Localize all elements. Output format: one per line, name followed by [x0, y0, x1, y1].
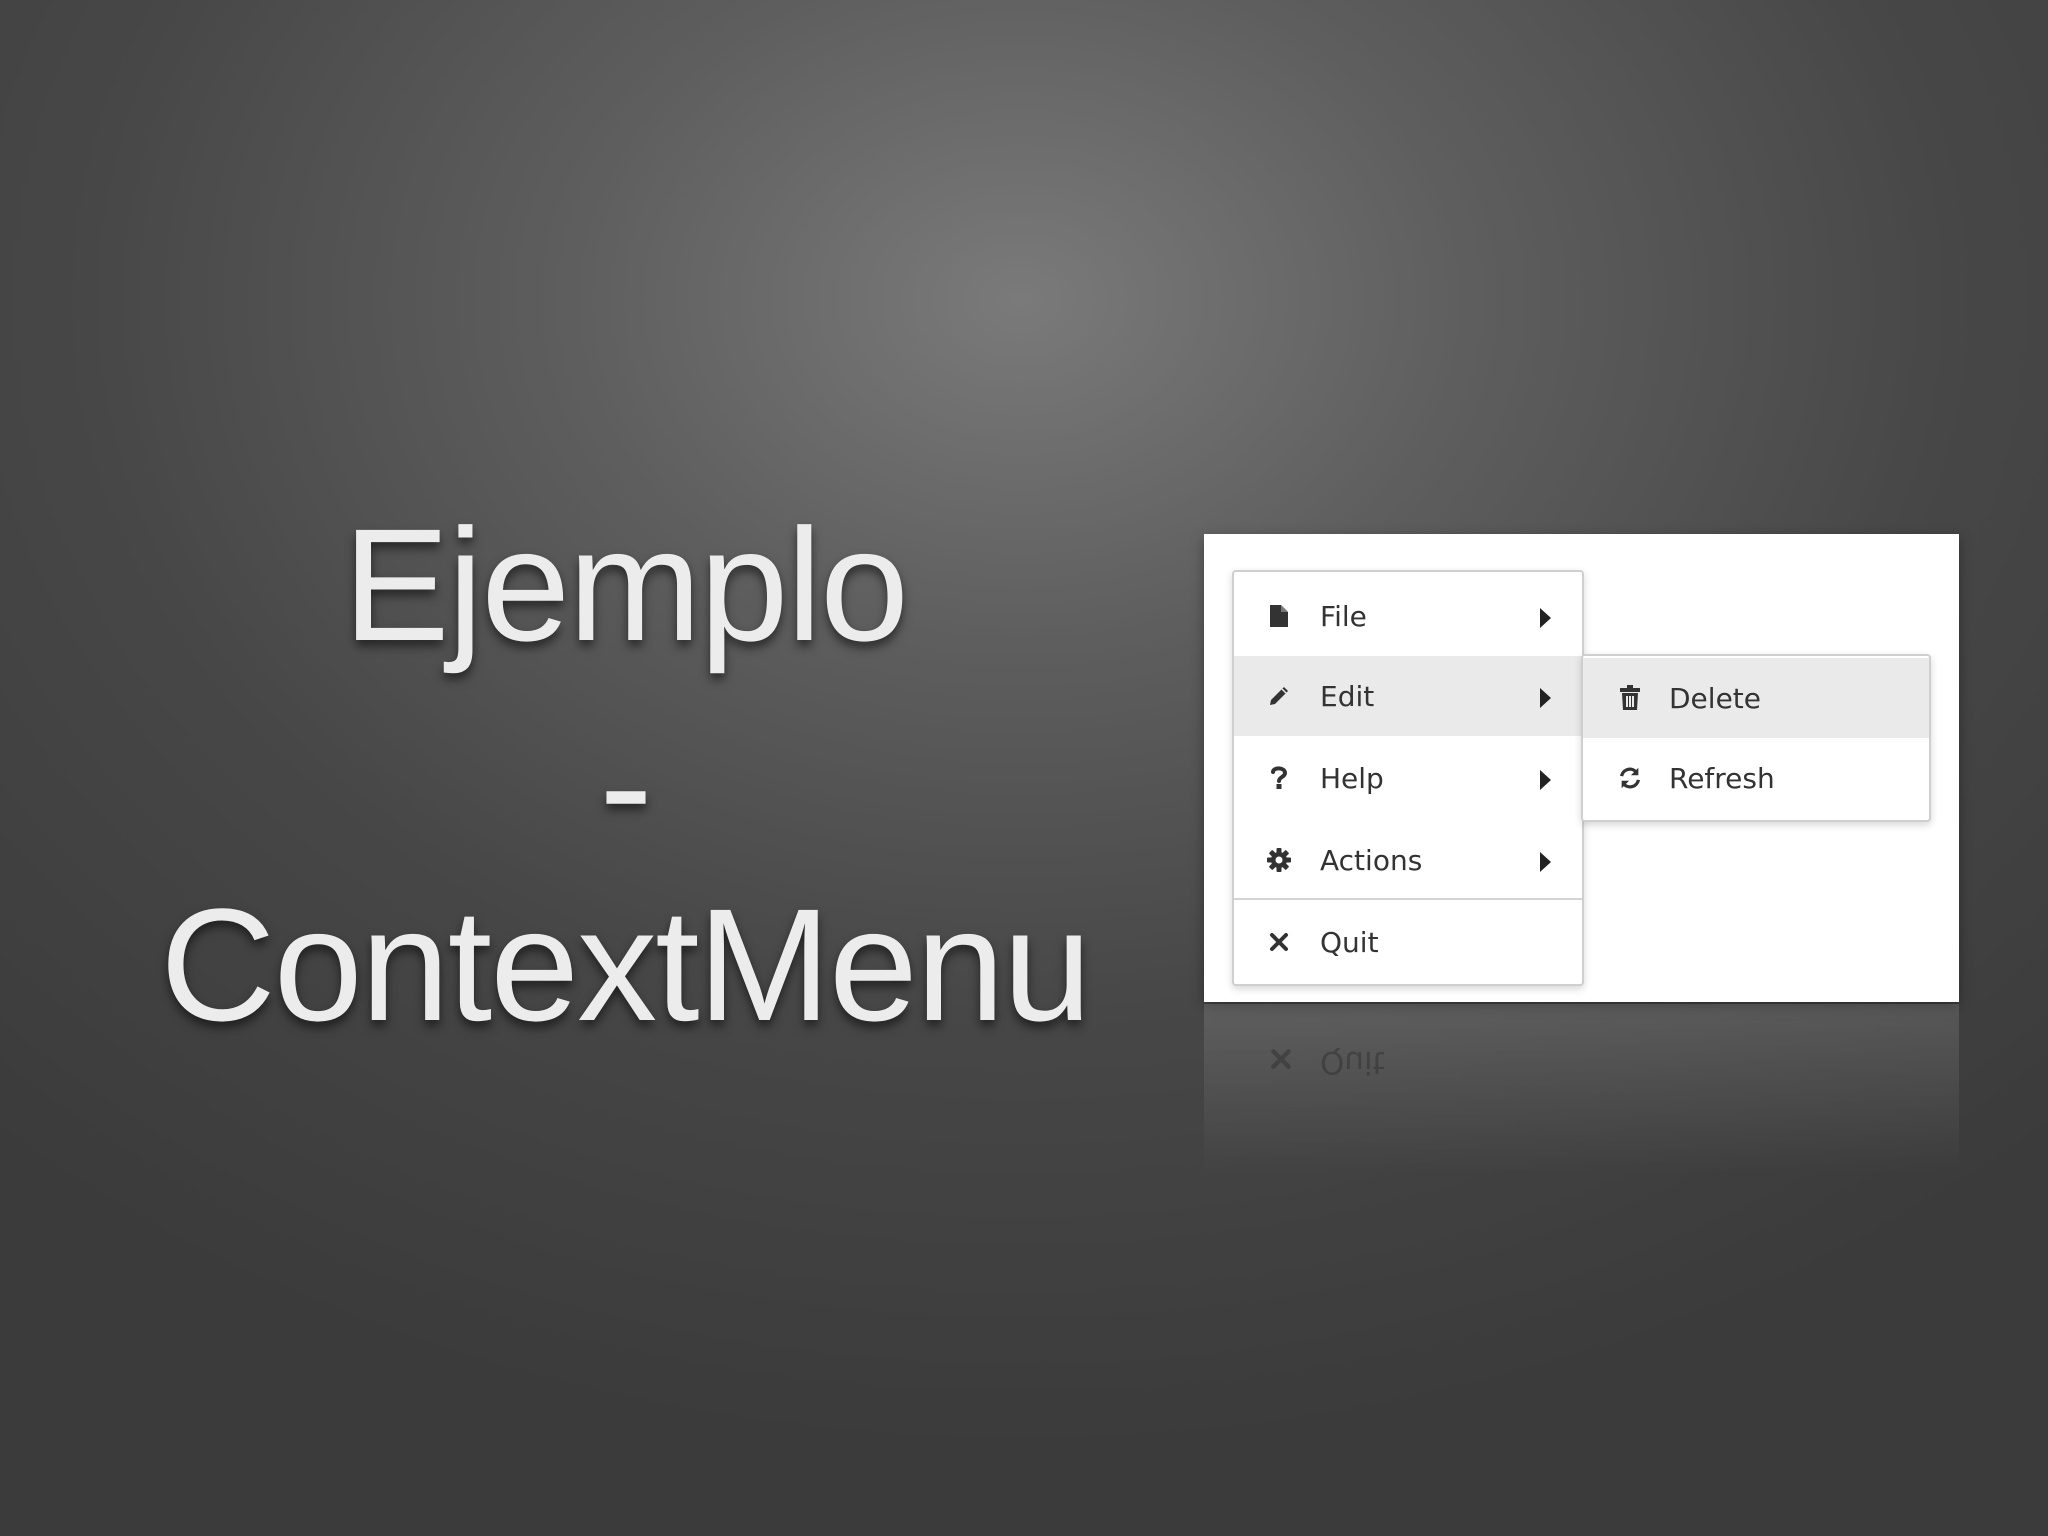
- menu-item-edit[interactable]: Edit: [1234, 656, 1582, 736]
- submenu-item-label: Refresh: [1669, 761, 1775, 795]
- reflected-close-icon: [1270, 1044, 1292, 1070]
- submenu-item-label: Delete: [1669, 681, 1761, 715]
- trash-icon: [1617, 685, 1643, 711]
- context-menu: File Edit Help Actions Quit: [1232, 570, 1584, 986]
- chevron-right-icon: [1538, 848, 1552, 872]
- submenu-item-refresh[interactable]: Refresh: [1583, 738, 1929, 818]
- title-line-dash: -: [599, 695, 652, 874]
- pencil-icon: [1266, 683, 1292, 709]
- gear-icon: [1266, 847, 1292, 873]
- menu-item-actions[interactable]: Actions: [1234, 820, 1582, 900]
- menu-item-label: Edit: [1320, 679, 1375, 713]
- title-line-ejemplo: Ejemplo: [342, 495, 909, 674]
- reflected-quit-label: Quit: [1320, 1044, 1385, 1080]
- menu-item-label: Quit: [1320, 925, 1379, 959]
- menu-item-label: Actions: [1320, 843, 1423, 877]
- chevron-right-icon: [1538, 684, 1552, 708]
- frame-reflection: Quit: [1204, 1004, 1959, 1174]
- menu-item-quit[interactable]: Quit: [1234, 902, 1582, 982]
- refresh-icon: [1617, 765, 1643, 791]
- question-icon: [1266, 765, 1292, 791]
- chevron-right-icon: [1538, 766, 1552, 790]
- menu-item-label: Help: [1320, 761, 1384, 795]
- menu-separator: [1234, 898, 1582, 900]
- submenu-item-delete[interactable]: Delete: [1583, 658, 1929, 738]
- edit-submenu: Delete Refresh: [1581, 654, 1931, 822]
- file-icon: [1266, 603, 1292, 629]
- title-line-contextmenu: ContextMenu: [160, 875, 1092, 1054]
- close-icon: [1266, 929, 1292, 955]
- menu-item-file[interactable]: File: [1234, 576, 1582, 656]
- menu-item-label: File: [1320, 599, 1367, 633]
- chevron-right-icon: [1538, 604, 1552, 628]
- menu-item-help[interactable]: Help: [1234, 738, 1582, 818]
